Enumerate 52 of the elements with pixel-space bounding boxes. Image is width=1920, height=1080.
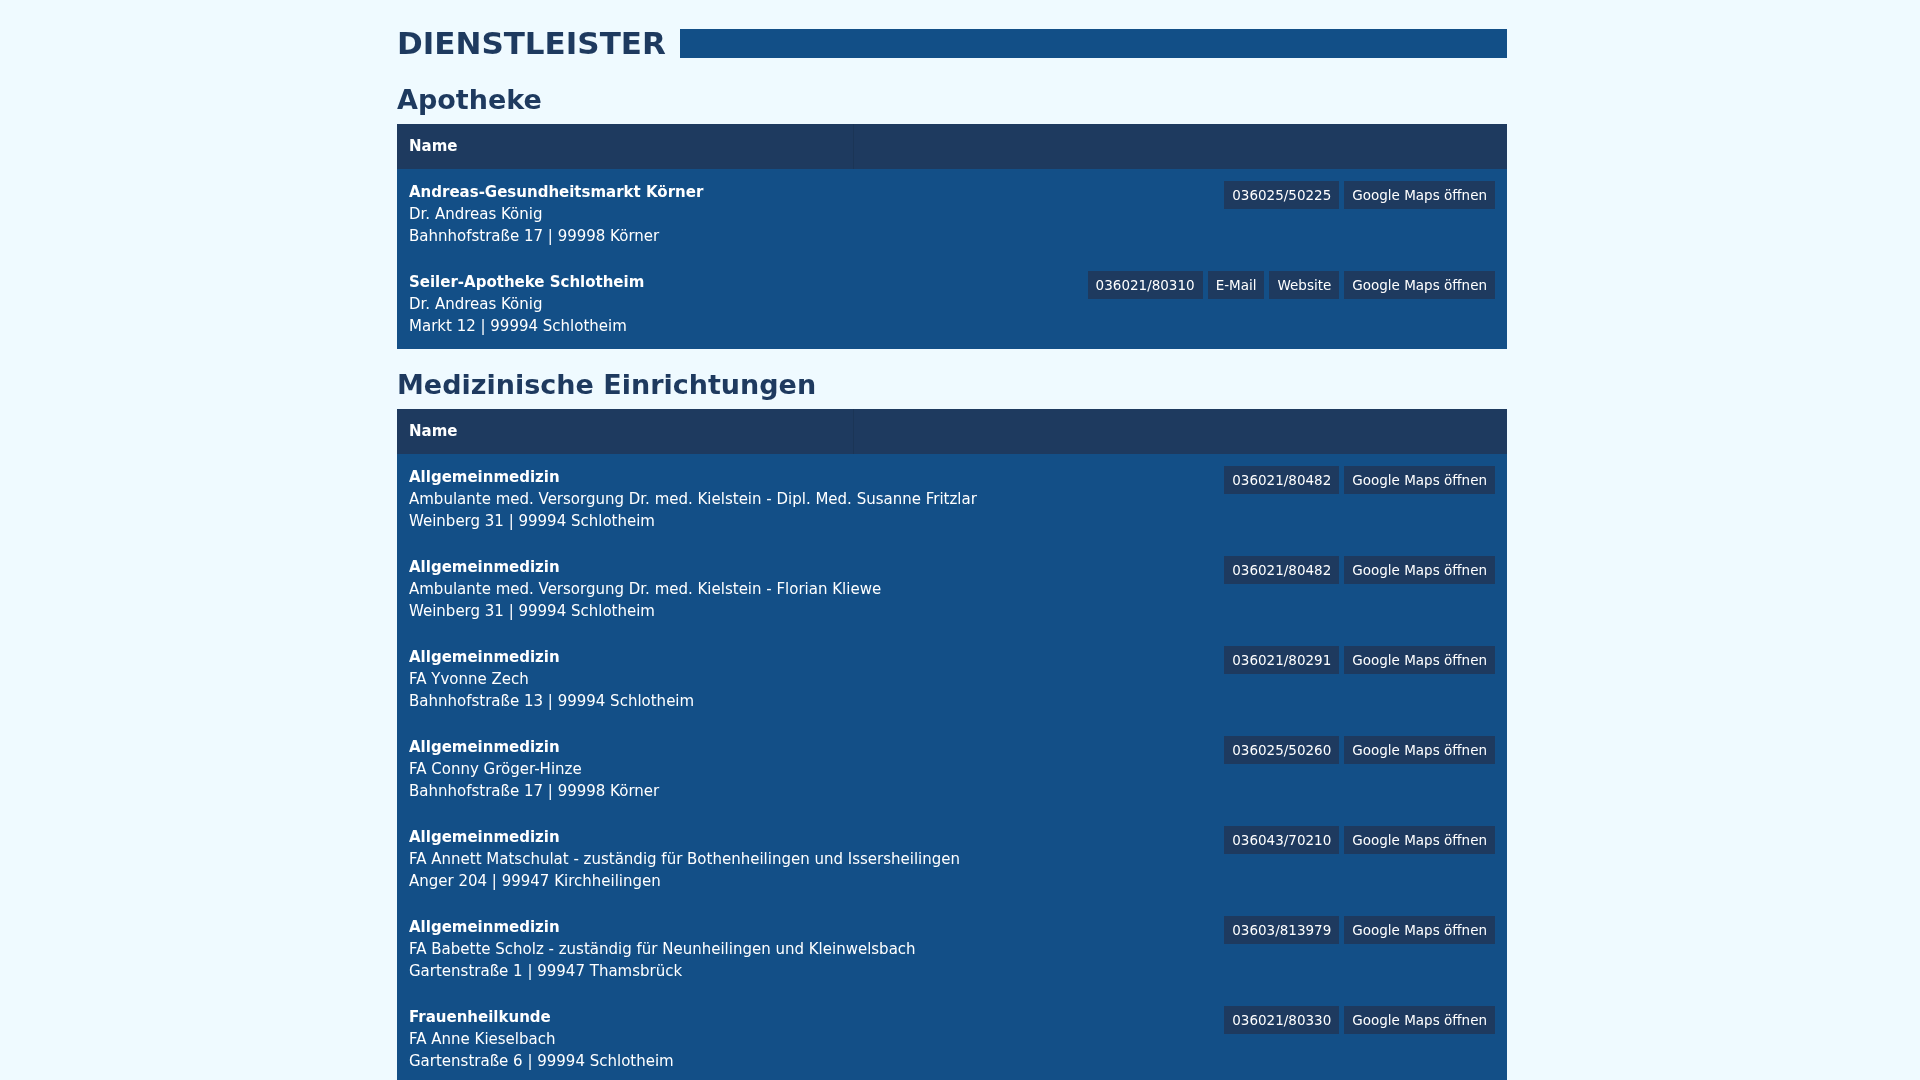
action-button[interactable]: Google Maps öffnen xyxy=(1344,271,1495,299)
action-button[interactable]: Google Maps öffnen xyxy=(1344,736,1495,764)
provider-name: Allgemeinmedizin xyxy=(409,737,561,758)
action-button[interactable]: 036021/80310 xyxy=(1087,271,1203,299)
action-button[interactable]: E-Mail xyxy=(1207,271,1265,299)
column-header: Name xyxy=(397,409,854,454)
provider-address: Weinberg 31 | 99994 Schlotheim xyxy=(409,601,656,622)
provider-contact: FA Yvonne Zech xyxy=(409,669,530,690)
provider-address: Bahnhofstraße 17 | 99998 Körner xyxy=(409,781,660,802)
action-button[interactable]: 036021/80482 xyxy=(1224,556,1340,584)
provider-address: Anger 204 | 99947 Kirchheilingen xyxy=(409,871,662,892)
action-button[interactable]: 036043/70210 xyxy=(1224,826,1340,854)
action-button[interactable]: 036021/80482 xyxy=(1224,466,1340,494)
provider-contact: FA Conny Gröger-Hinze xyxy=(409,759,583,780)
provider-name: Allgemeinmedizin xyxy=(409,557,561,578)
action-button[interactable]: 036021/80291 xyxy=(1224,646,1340,674)
provider-name: Allgemeinmedizin xyxy=(409,647,561,668)
provider-name: Andreas-Gesundheitsmarkt Körner xyxy=(409,182,704,203)
action-button[interactable]: 036025/50225 xyxy=(1224,181,1340,209)
action-button[interactable]: Google Maps öffnen xyxy=(1344,466,1495,494)
provider-address: Gartenstraße 6 | 99994 Schlotheim xyxy=(409,1051,674,1072)
column-header: Name xyxy=(397,124,854,169)
provider-name: Allgemeinmedizin xyxy=(409,827,561,848)
provider-name: Allgemeinmedizin xyxy=(409,917,561,938)
provider-contact: FA Annett Matschulat - zuständig für Bothenheilingen und Issersheilingen xyxy=(409,849,960,870)
provider-address: Weinberg 31 | 99994 Schlotheim xyxy=(409,511,656,532)
provider-address: Gartenstraße 1 | 99947 Thamsbrück xyxy=(409,961,684,982)
provider-contact: Dr. Andreas König xyxy=(409,204,544,225)
provider-name: Allgemeinmedizin xyxy=(409,467,561,488)
action-button[interactable]: Google Maps öffnen xyxy=(1344,826,1495,854)
section-heading: Medizinische Einrichtungen xyxy=(397,368,818,402)
provider-name: Seiler-Apotheke Schlotheim xyxy=(409,272,645,293)
provider-contact: Dr. Andreas König xyxy=(409,294,544,315)
action-button[interactable]: Website xyxy=(1269,271,1340,299)
action-button[interactable]: 03603/813979 xyxy=(1224,916,1340,944)
action-button[interactable]: Google Maps öffnen xyxy=(1344,181,1495,209)
provider-address: Bahnhofstraße 13 | 99994 Schlotheim xyxy=(409,691,695,712)
provider-address: Markt 12 | 99994 Schlotheim xyxy=(409,316,628,337)
action-button[interactable]: Google Maps öffnen xyxy=(1344,916,1495,944)
action-button[interactable]: Google Maps öffnen xyxy=(1344,556,1495,584)
action-button[interactable]: 036025/50260 xyxy=(1224,736,1340,764)
action-button[interactable]: Google Maps öffnen xyxy=(1344,1006,1495,1034)
action-button[interactable]: 036021/80330 xyxy=(1224,1006,1340,1034)
section-heading: Apotheke xyxy=(397,83,543,117)
provider-contact: FA Babette Scholz - zuständig für Neunheilingen und Kleinwelsbach xyxy=(409,939,916,960)
provider-contact: Ambulante med. Versorgung Dr. med. Kielstein - Florian Kliewe xyxy=(409,579,882,600)
provider-address: Bahnhofstraße 17 | 99998 Körner xyxy=(409,226,661,247)
action-button[interactable]: Google Maps öffnen xyxy=(1344,646,1495,674)
page-title: DIENSTLEISTER xyxy=(397,24,666,63)
provider-contact: Ambulante med. Versorgung Dr. med. Kielstein - Dipl. Med. Susanne Fritzlar xyxy=(409,489,977,510)
provider-contact: FA Anne Kieselbach xyxy=(409,1029,557,1050)
provider-name: Frauenheilkunde xyxy=(409,1007,552,1028)
